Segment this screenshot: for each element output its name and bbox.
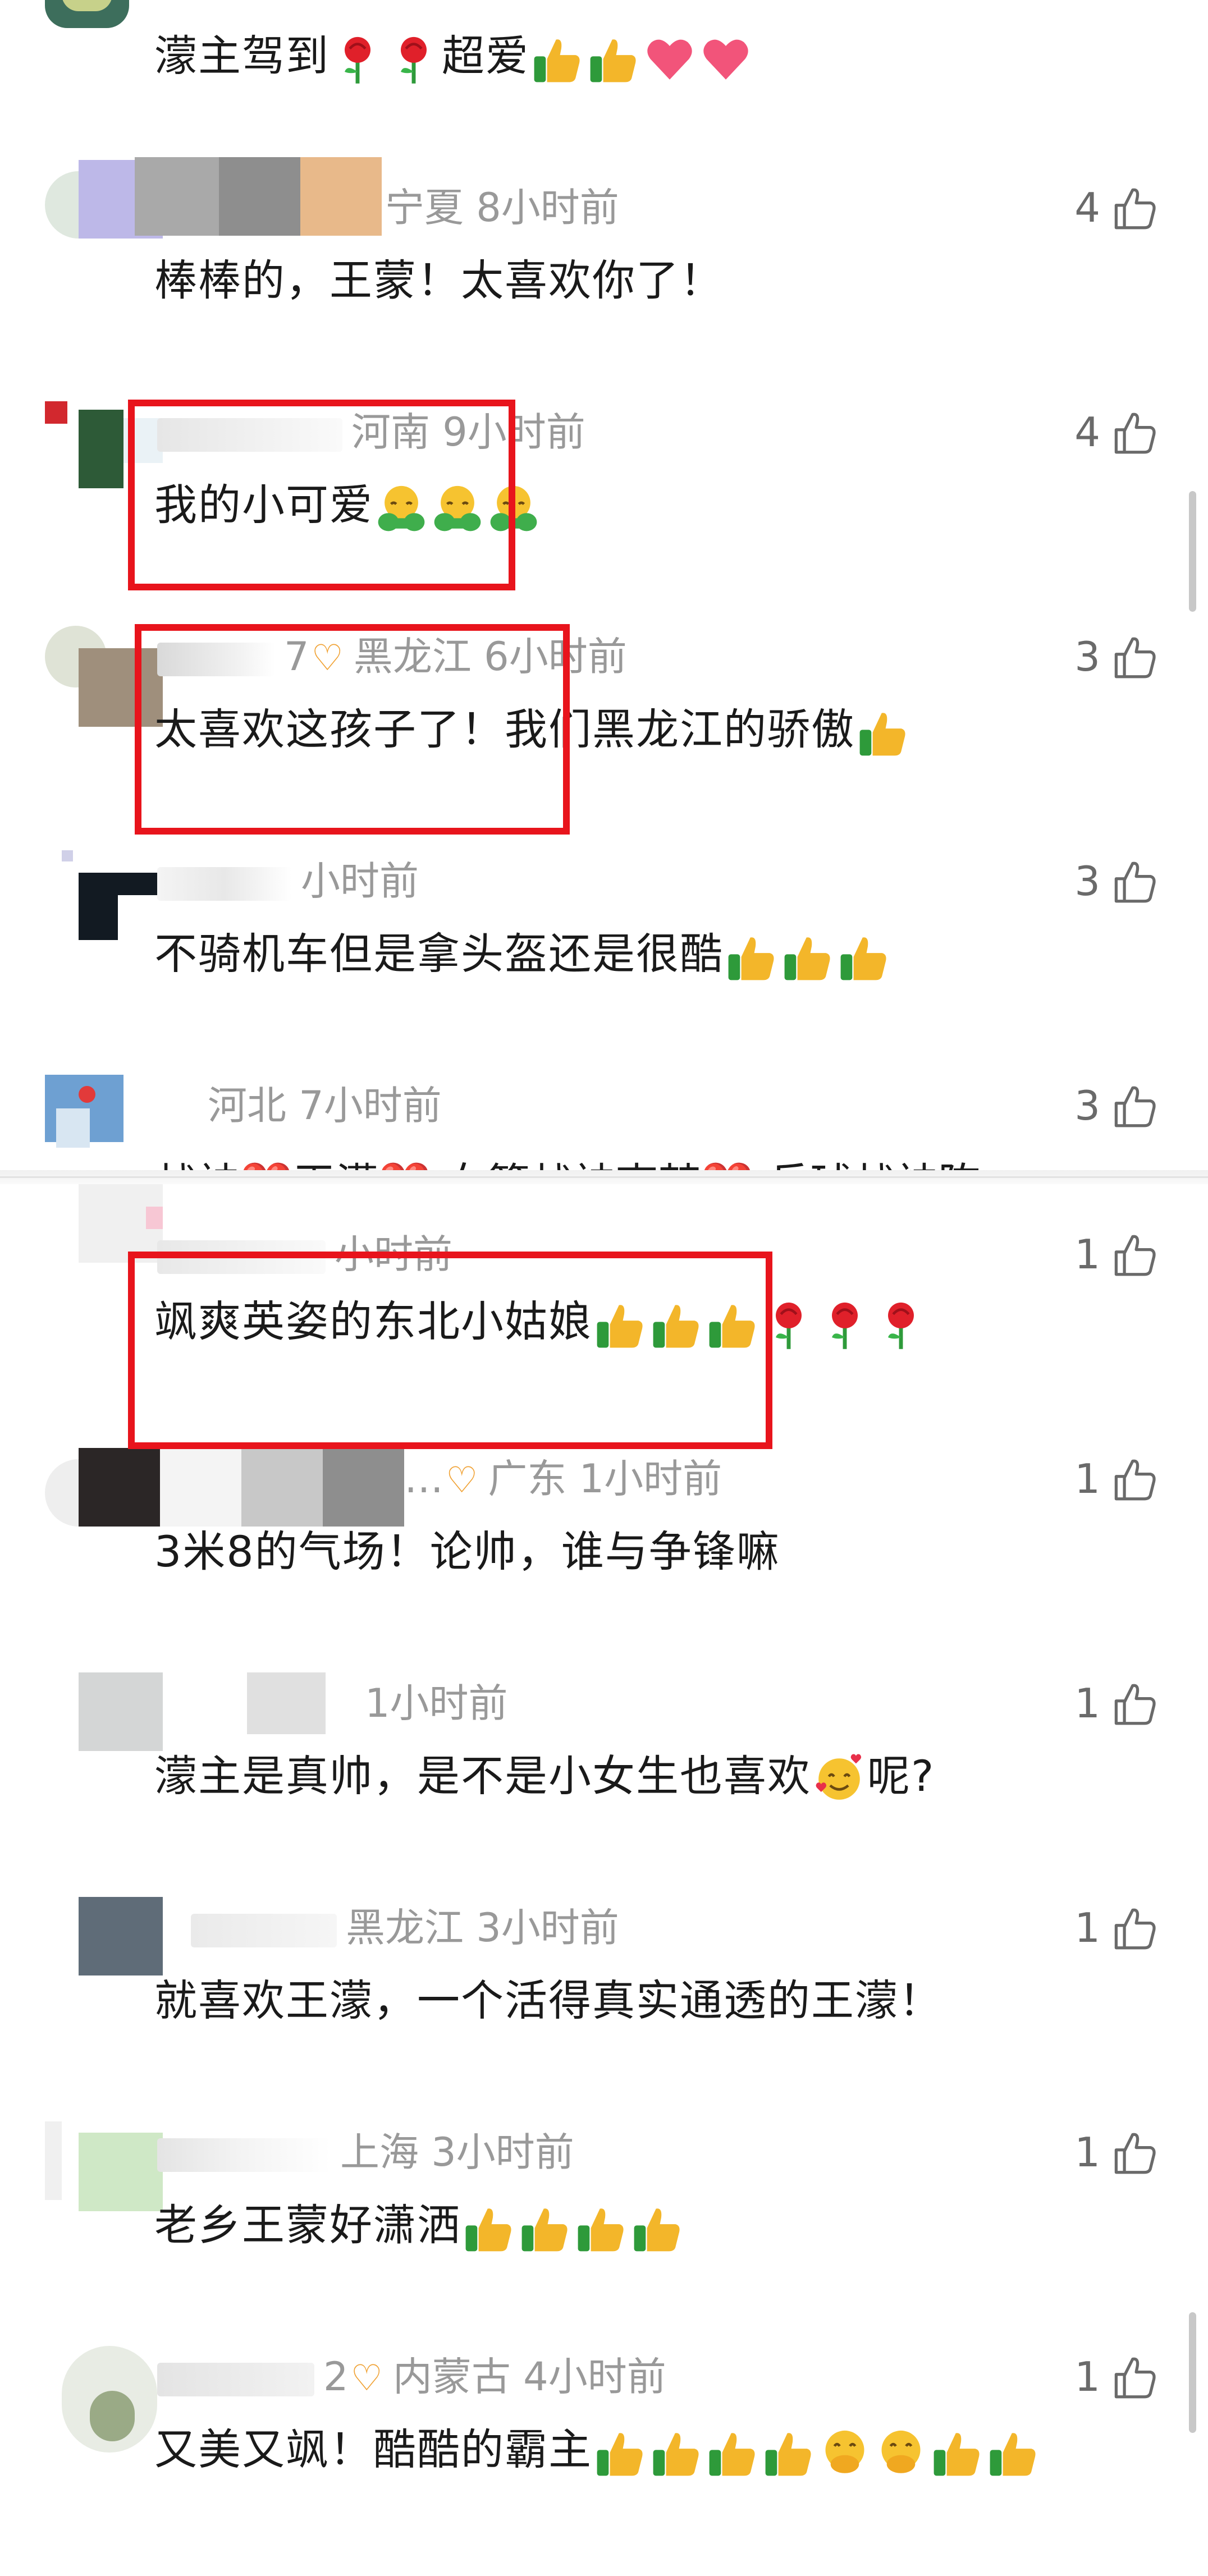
comment-text: 老乡王蒙好潇洒 xyxy=(154,2194,685,2256)
like-count: 1 xyxy=(1074,1231,1100,1278)
thumbs-up-emoji-icon xyxy=(726,931,777,983)
comment-meta: 上海 3小时前 xyxy=(157,2127,574,2178)
thumbs-up-outline-icon[interactable] xyxy=(1111,2129,1159,2176)
thumbs-up-outline-icon[interactable] xyxy=(1111,633,1159,680)
smiling-face-with-hearts-icon xyxy=(813,1753,865,1805)
thumbs-up-emoji-icon xyxy=(707,2427,758,2478)
rose-icon xyxy=(875,1299,927,1350)
comment-meta: 1小时前 xyxy=(365,1680,508,1726)
comment-item[interactable]: …♡ 广东 1小时前 3米8的气场！论帅，谁与争锋嘛 1 xyxy=(0,1431,1208,1656)
comment-text: 又美又飒！酷酷的霸主 xyxy=(154,2419,1041,2481)
avatar[interactable] xyxy=(45,2121,163,2228)
scrollbar[interactable] xyxy=(1189,491,1196,612)
avatar[interactable] xyxy=(45,0,163,28)
comment-meta: 河北 7小时前 xyxy=(208,1083,442,1129)
highlight-box xyxy=(128,1252,772,1449)
divider xyxy=(0,1176,1208,1178)
comment-text: 濛主驾到 超爱 xyxy=(154,25,754,87)
face-with-hand-over-mouth-icon xyxy=(819,2427,871,2478)
thumbs-up-outline-icon[interactable] xyxy=(1111,184,1159,231)
comment-meta: 2♡ 内蒙古 4小时前 xyxy=(157,2352,666,2402)
thumbs-up-emoji-icon xyxy=(782,931,834,983)
comment-text: 濛主是真帅，是不是小女生也喜欢 呢? xyxy=(154,1745,935,1807)
like-count: 4 xyxy=(1074,184,1100,231)
comment-text: 战神❤️王濛❤️ 女篮战神李梦❤️ 乒球战神陈 xyxy=(154,1153,981,1170)
heart-icon xyxy=(700,33,752,85)
comment-meta: 宁夏 8小时前 xyxy=(135,157,619,236)
thumbs-up-outline-icon[interactable] xyxy=(1111,858,1159,905)
thumbs-up-outline-icon[interactable] xyxy=(1111,2353,1159,2400)
face-with-hand-over-mouth-icon xyxy=(875,2427,927,2478)
comment-item[interactable]: 1小时前 濛主是真帅，是不是小女生也喜欢 呢? 1 xyxy=(0,1656,1208,1880)
like-count: 3 xyxy=(1074,858,1100,905)
heart-knot-badge-icon: ♡ xyxy=(350,2358,383,2399)
rose-icon xyxy=(332,33,383,85)
avatar[interactable] xyxy=(45,1075,163,1170)
thumbs-up-emoji-icon xyxy=(651,2427,702,2478)
thumbs-up-emoji-icon xyxy=(575,2202,627,2254)
highlight-box xyxy=(135,624,570,835)
like-count: 1 xyxy=(1074,2353,1100,2400)
thumbs-up-emoji-icon xyxy=(532,33,583,85)
like-count: 1 xyxy=(1074,1455,1100,1502)
rose-icon xyxy=(819,1299,871,1350)
thumbs-up-emoji-icon xyxy=(588,33,639,85)
thumbs-up-emoji-icon xyxy=(838,931,890,983)
avatar[interactable] xyxy=(45,1897,163,2004)
like-count: 1 xyxy=(1074,2129,1100,2176)
comment-text: 就喜欢王濛，一个活得真实通透的王濛！ xyxy=(154,1975,942,2025)
like-count: 3 xyxy=(1074,1082,1100,1129)
thumbs-up-outline-icon[interactable] xyxy=(1111,409,1159,456)
comment-item[interactable]: 小时前 不骑机车但是拿头盔还是很酷 3 xyxy=(0,833,1208,1058)
comment-item[interactable]: 黑龙江 3小时前 就喜欢王濛，一个活得真实通透的王濛！ 1 xyxy=(0,1880,1208,2105)
thumbs-up-outline-icon[interactable] xyxy=(1111,1455,1159,1502)
comment-item[interactable]: 上海 3小时前 老乡王蒙好潇洒 1 xyxy=(0,2105,1208,2329)
thumbs-up-emoji-icon xyxy=(463,2202,515,2254)
thumbs-up-emoji-icon xyxy=(857,707,909,758)
thumbs-up-outline-icon[interactable] xyxy=(1111,1904,1159,1951)
heart-icon xyxy=(644,33,695,85)
rose-icon xyxy=(388,33,440,85)
comment-meta: …♡ 广东 1小时前 xyxy=(404,1456,722,1502)
thumbs-up-outline-icon[interactable] xyxy=(1111,1231,1159,1278)
thumbs-up-emoji-icon xyxy=(931,2427,983,2478)
avatar[interactable] xyxy=(45,850,163,957)
highlight-box xyxy=(128,400,515,590)
thumbs-up-emoji-icon xyxy=(594,2427,646,2478)
comment-meta: 小时前 xyxy=(157,856,419,906)
comment-text: 3米8的气场！论帅，谁与争锋嘛 xyxy=(154,1527,780,1576)
thumbs-up-emoji-icon xyxy=(763,2427,815,2478)
scrollbar[interactable] xyxy=(1189,2312,1196,2433)
like-count: 1 xyxy=(1074,1680,1100,1727)
heart-knot-badge-icon: ♡ xyxy=(446,1460,478,1501)
like-count: 3 xyxy=(1074,633,1100,680)
thumbs-up-emoji-icon xyxy=(632,2202,683,2254)
thumbs-up-outline-icon[interactable] xyxy=(1111,1680,1159,1727)
like-count: 1 xyxy=(1074,1904,1100,1951)
comment-meta: 黑龙江 3小时前 xyxy=(191,1903,619,1953)
thumbs-up-emoji-icon xyxy=(987,2427,1039,2478)
thumbs-up-outline-icon[interactable] xyxy=(1111,1082,1159,1129)
like-count: 4 xyxy=(1074,409,1100,456)
comment-item[interactable]: 2♡ 内蒙古 4小时前 又美又飒！酷酷的霸主 1 xyxy=(0,2329,1208,2554)
comment-item[interactable]: 宁夏 8小时前 棒棒的，王蒙！太喜欢你了！ 4 xyxy=(0,157,1208,384)
comment-text: 不骑机车但是拿头盔还是很酷 xyxy=(154,923,892,985)
thumbs-up-emoji-icon xyxy=(519,2202,571,2254)
comment-text: 棒棒的，王蒙！太喜欢你了！ xyxy=(154,255,724,305)
avatar[interactable] xyxy=(45,2346,163,2453)
